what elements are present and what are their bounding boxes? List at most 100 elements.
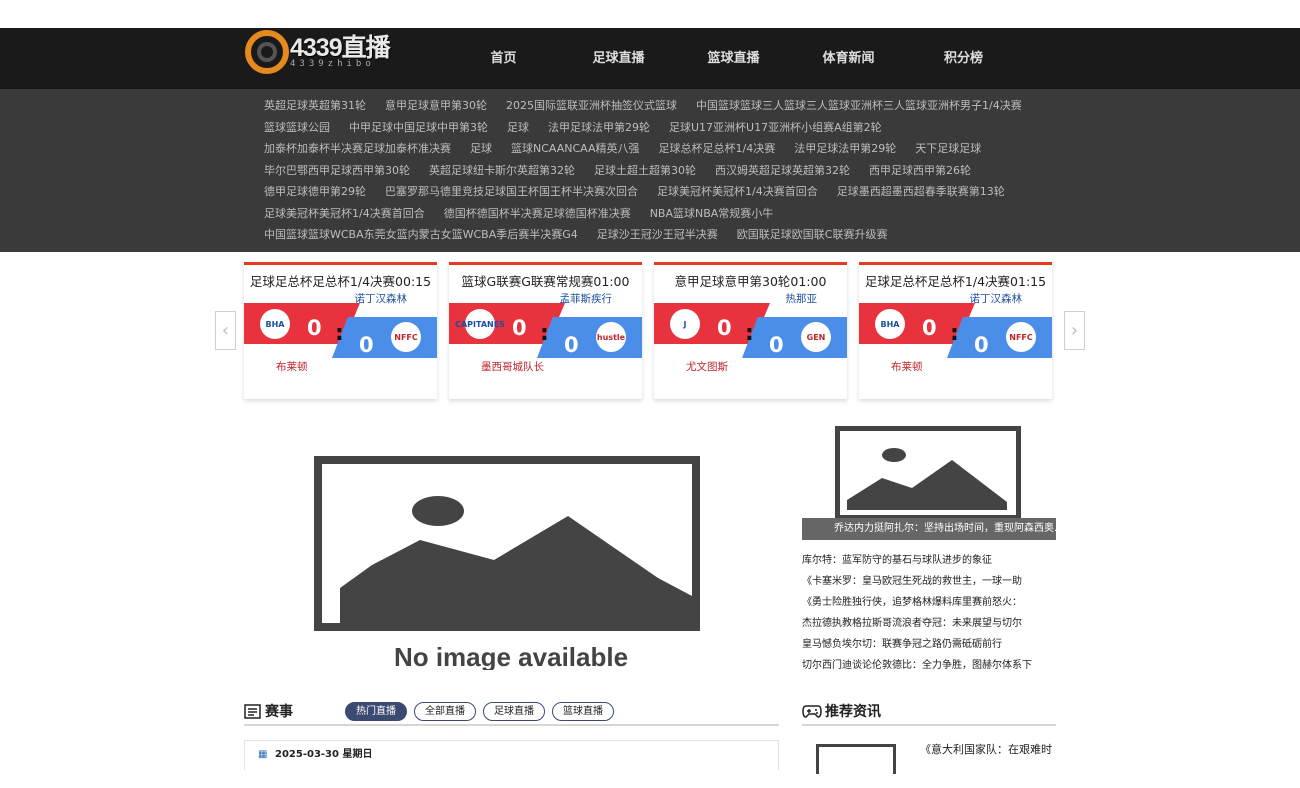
chevron-left-icon: ‹	[221, 320, 230, 341]
home-score: 0	[512, 316, 527, 340]
tag-link[interactable]: 足球总杯足总杯1/4决赛	[659, 142, 776, 155]
news-item[interactable]: 《勇士险胜独行侠，追梦格林爆料库里赛前怒火：	[802, 593, 1056, 614]
home-score: 0	[307, 316, 322, 340]
featured-image-placeholder[interactable]: No image available	[244, 420, 779, 670]
tag-link[interactable]: 德国杯德国杯半决赛足球德国杯准决赛	[444, 207, 631, 220]
recommend-section-header: 推荐资讯	[802, 699, 1056, 726]
tag-link[interactable]: 中国篮球篮球三人篮球三人篮球亚洲杯三人篮球亚洲杯男子1/4决赛	[696, 99, 1022, 112]
news-item[interactable]: 库尔特：蓝军防守的基石与球队进步的象征	[802, 551, 1056, 572]
tag-link[interactable]: 西甲足球西甲第26轮	[869, 164, 971, 177]
nav-sports-news[interactable]: 体育新闻	[791, 28, 906, 89]
site-logo[interactable]: 4339直播 4339zhibo	[244, 30, 408, 74]
away-score-bar	[332, 317, 437, 358]
away-score: 0	[974, 333, 989, 357]
news-item[interactable]: 杰拉德执教格拉斯哥流浪者夺冠：未来展望与切尔	[802, 614, 1056, 635]
away-team-name: 诺丁汉森林	[969, 293, 1023, 305]
tag-link[interactable]: 欧国联足球欧国联C联赛升级赛	[737, 228, 888, 241]
tag-link[interactable]: 足球沙王冠沙王冠半决赛	[597, 228, 718, 241]
tag-link[interactable]: 足球墨西超墨西超春季联赛第13轮	[837, 185, 1005, 198]
news-item[interactable]: 切尔西门迪谈论伦敦德比：全力争胜，图赫尔体系下	[802, 656, 1056, 677]
side-featured-image[interactable]: 乔达内力挺阿扎尔：坚持出场时间，重现阿森西奥...	[802, 420, 1056, 540]
carousel-prev-button[interactable]: ‹	[215, 311, 236, 350]
score-separator: :	[335, 321, 344, 346]
news-item[interactable]: 《卡塞米罗：皇马欧冠生死战的救世主，一球一助	[802, 572, 1056, 593]
nav-home[interactable]: 首页	[446, 28, 561, 89]
tag-row: 足球美冠杯美冠杯1/4决赛首回合 德国杯德国杯半决赛足球德国杯准决赛 NBA篮球NB…	[264, 203, 1300, 225]
hot-tags-panel: 英超足球英超第31轮 意甲足球意甲第30轮 2025国际篮联亚洲杯抽签仪式篮球 中国篮…	[0, 89, 1300, 252]
tag-link[interactable]: 意甲足球意甲第30轮	[385, 99, 487, 112]
score-separator: :	[745, 321, 754, 346]
news-item[interactable]: 皇马憾负埃尔切：联赛争冠之路仍需砥砺前行	[802, 635, 1056, 656]
tag-link[interactable]: 西汉姆英超足球英超第32轮	[715, 164, 850, 177]
away-team-logo: GEN	[801, 322, 831, 352]
match-title: 篮球G联赛G联赛常规赛01:00	[461, 274, 630, 289]
tag-link[interactable]: 篮球篮球公园	[264, 121, 330, 134]
tag-link[interactable]: 英超足球英超第31轮	[264, 99, 366, 112]
match-card[interactable]: 意甲足球意甲第30轮01:00 热那亚 J GEN 0:0 尤文图斯	[654, 262, 847, 399]
away-team-logo: NFFC	[1006, 322, 1036, 352]
match-card[interactable]: 足球足总杯足总杯1/4决赛00:15 诺丁汉森林 BHA NFFC 0:0 布莱顿	[244, 262, 437, 399]
tag-link[interactable]: 法甲足球法甲第29轮	[794, 142, 896, 155]
tag-link[interactable]: NBA篮球NBA常规赛小牛	[650, 207, 774, 220]
placeholder-text: No image available	[394, 642, 628, 670]
tag-link[interactable]: 2025国际篮联亚洲杯抽签仪式篮球	[506, 99, 677, 112]
logo-icon	[245, 30, 289, 74]
tag-link[interactable]: 天下足球足球	[915, 142, 981, 155]
match-card[interactable]: 篮球G联赛G联赛常规赛01:00 孟菲斯疾行 CAPITANES hustle 0:0 墨…	[449, 262, 642, 399]
tag-row: 毕尔巴鄂西甲足球西甲第30轮 英超足球纽卡斯尔英超第32轮 足球土超土超第30轮 西汉…	[264, 160, 1300, 182]
away-team-logo: NFFC	[391, 322, 421, 352]
nav-football-live[interactable]: 足球直播	[561, 28, 676, 89]
tag-row: 加泰杯加泰杯半决赛足球加泰杯准决赛 足球 篮球NCAANCAA精英八强 足球总杯足总杯…	[264, 138, 1300, 160]
tag-link[interactable]: 法甲足球法甲第29轮	[548, 121, 650, 134]
top-strip	[0, 0, 1300, 28]
tag-link[interactable]: 篮球NCAANCAA精英八强	[511, 142, 640, 155]
away-score-bar	[537, 317, 642, 358]
tag-link[interactable]: 德甲足球德甲第29轮	[264, 185, 366, 198]
tag-link[interactable]: 足球U17亚洲杯U17亚洲杯小组赛A组第2轮	[669, 121, 882, 134]
tab-basketball-live[interactable]: 篮球直播	[552, 702, 614, 721]
match-title: 足球足总杯足总杯1/4决赛00:15	[249, 274, 432, 289]
tag-link[interactable]: 中甲足球中国足球中甲第3轮	[349, 121, 488, 134]
home-team-logo: CAPITANES	[455, 309, 505, 339]
tab-football-live[interactable]: 足球直播	[483, 702, 545, 721]
match-title: 意甲足球意甲第30轮01:00	[674, 274, 827, 289]
away-team-logo: hustle	[596, 322, 626, 352]
tab-all-live[interactable]: 全部直播	[414, 702, 476, 721]
recommend-title: 推荐资讯	[825, 704, 881, 720]
tag-link[interactable]: 足球美冠杯美冠杯1/4决赛首回合	[264, 207, 425, 220]
tag-link[interactable]: 足球	[507, 121, 529, 134]
nav-standings[interactable]: 积分榜	[906, 28, 1021, 89]
tab-hot-live[interactable]: 热门直播	[345, 702, 407, 721]
nav-basketball-live[interactable]: 篮球直播	[676, 28, 791, 89]
away-team-name: 孟菲斯疾行	[559, 293, 613, 305]
side-image-caption: 乔达内力挺阿扎尔：坚持出场时间，重现阿森西奥...	[802, 518, 1056, 540]
away-score-bar	[947, 317, 1052, 358]
logo-subtext: 4339zhibo	[290, 59, 375, 69]
home-team-name: 布莱顿	[891, 361, 923, 373]
tag-row: 篮球篮球公园 中甲足球中国足球中甲第3轮 足球 法甲足球法甲第29轮 足球U17亚洲杯U…	[264, 117, 1300, 139]
recommend-item-title[interactable]: 《意大利国家队：在艰难时	[920, 741, 1052, 757]
away-score: 0	[769, 333, 784, 357]
tag-link[interactable]: 巴塞罗那马德里竞技足球国王杯国王杯半决赛次回合	[385, 185, 638, 198]
away-team-name: 诺丁汉森林	[354, 293, 408, 305]
match-title: 足球足总杯足总杯1/4决赛01:15	[864, 274, 1047, 289]
tag-link[interactable]: 足球	[470, 142, 492, 155]
tag-row: 中国篮球篮球WCBA东莞女篮内蒙古女篮WCBA季后赛半决赛G4 足球沙王冠沙王冠半…	[264, 224, 1300, 246]
tag-link[interactable]: 加泰杯加泰杯半决赛足球加泰杯准决赛	[264, 142, 451, 155]
tag-link[interactable]: 足球美冠杯美冠杯1/4决赛首回合	[657, 185, 818, 198]
score-separator: :	[950, 321, 959, 346]
carousel-next-button[interactable]: ›	[1064, 311, 1085, 350]
home-team-name: 尤文图斯	[686, 361, 728, 373]
tag-row: 德甲足球德甲第29轮 巴塞罗那马德里竞技足球国王杯国王杯半决赛次回合 足球美冠杯美冠…	[264, 181, 1300, 203]
schedule-icon	[244, 703, 261, 719]
home-team-name: 布莱顿	[276, 361, 308, 373]
match-card[interactable]: 足球足总杯足总杯1/4决赛01:15 诺丁汉森林 BHA NFFC 0:0 布莱顿	[859, 262, 1052, 399]
gamepad-icon	[802, 704, 822, 718]
tag-link[interactable]: 足球土超土超第30轮	[594, 164, 696, 177]
tag-link[interactable]: 中国篮球篮球WCBA东莞女篮内蒙古女篮WCBA季后赛半决赛G4	[264, 228, 578, 241]
score-separator: :	[540, 321, 549, 346]
recommend-thumbnail[interactable]	[816, 744, 896, 774]
tag-link[interactable]: 英超足球纽卡斯尔英超第32轮	[429, 164, 575, 177]
main-nav: 首页 足球直播 篮球直播 体育新闻 积分榜	[446, 28, 1021, 89]
tag-link[interactable]: 毕尔巴鄂西甲足球西甲第30轮	[264, 164, 410, 177]
